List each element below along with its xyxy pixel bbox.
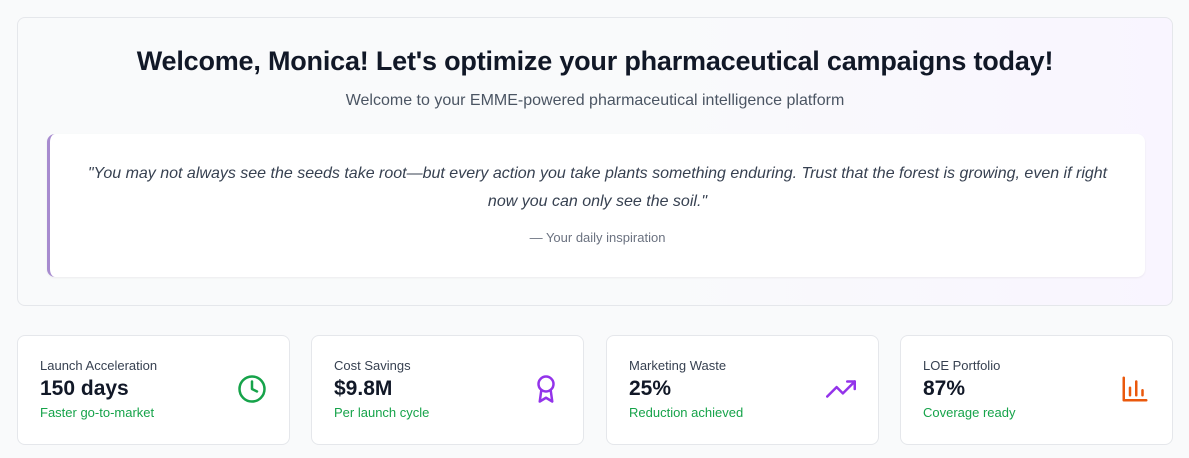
stat-card-loe-portfolio: LOE Portfolio 87% Coverage ready	[900, 335, 1173, 445]
stat-value: 87%	[923, 377, 966, 400]
stat-value: 150 days	[40, 377, 129, 400]
page-subtitle: Welcome to your EMME-powered pharmaceuti…	[345, 92, 845, 109]
stat-note: Reduction achieved	[629, 405, 744, 420]
award-icon	[537, 375, 555, 403]
trending-up-icon	[826, 380, 856, 398]
stat-note: Faster go-to-market	[40, 405, 155, 420]
quote-text: "You may not always see the seeds take r…	[80, 160, 1115, 216]
quote-line-2: now you can only see the soil."	[487, 193, 708, 210]
stat-card-cost-savings: Cost Savings $9.8M Per launch cycle	[311, 335, 584, 445]
stat-label: Launch Acceleration	[40, 358, 158, 373]
stat-note: Coverage ready	[923, 405, 1016, 420]
stat-card-marketing-waste: Marketing Waste 25% Reduction achieved	[606, 335, 879, 445]
stat-card-launch-acceleration: Launch Acceleration 150 days Faster go-t…	[17, 335, 290, 445]
page-title: Welcome, Monica! Let's optimize your pha…	[136, 46, 1054, 76]
stat-value: $9.8M	[334, 377, 393, 400]
welcome-banner: Welcome, Monica! Let's optimize your pha…	[17, 17, 1173, 306]
stat-label: Marketing Waste	[629, 358, 727, 373]
daily-quote-card: "You may not always see the seeds take r…	[47, 134, 1145, 277]
stat-label: Cost Savings	[334, 358, 411, 373]
bar-chart-icon	[1122, 376, 1148, 402]
quote-attribution: — Your daily inspiration	[529, 230, 666, 245]
stat-note: Per launch cycle	[334, 405, 430, 420]
quote-line-1: "You may not always see the seeds take r…	[87, 165, 1108, 182]
clock-icon	[238, 375, 266, 403]
stat-label: LOE Portfolio	[923, 358, 1001, 373]
stat-value: 25%	[629, 377, 672, 400]
